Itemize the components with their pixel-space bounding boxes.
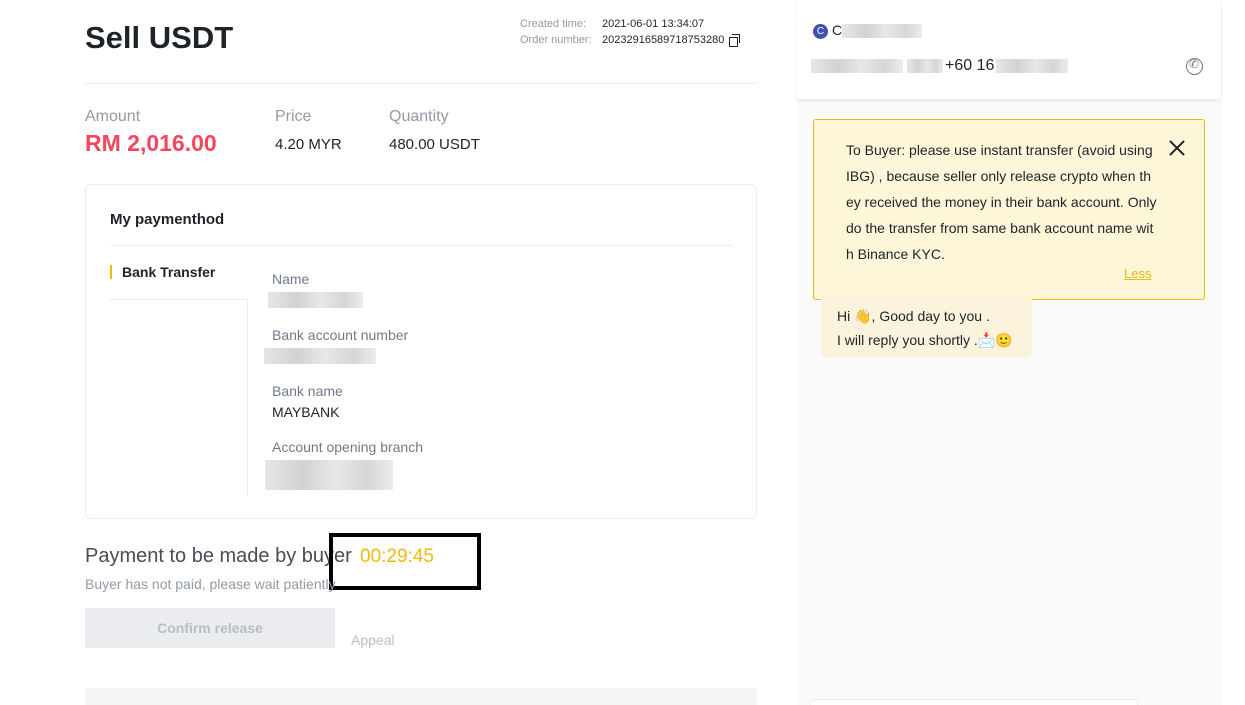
- page-title: Sell USDT: [85, 20, 234, 55]
- phone-number-visible: +60 16: [945, 57, 995, 74]
- chat-panel: C C +60 16 To Buyer: please use instant …: [797, 0, 1222, 705]
- quantity-value: 480.00 USDT: [389, 136, 480, 153]
- field-label: Account opening branch: [272, 439, 423, 455]
- amount-stat: Amount RM 2,016.00: [85, 108, 275, 157]
- amount-value: RM 2,016.00: [85, 130, 217, 156]
- seller-notice: To Buyer: please use instant transfer (a…: [813, 119, 1205, 300]
- order-number-value: 20232916589718753280: [602, 34, 725, 46]
- highlight-box: [329, 533, 481, 590]
- amount-label: Amount: [85, 108, 141, 125]
- card-divider: [110, 245, 733, 246]
- phone-prefix-redacted: [811, 59, 903, 73]
- order-meta: Created time: 2021-06-01 13:34:07 Order …: [520, 18, 741, 50]
- tab-divider: [110, 299, 248, 300]
- field-label: Name: [272, 271, 310, 287]
- price-label: Price: [275, 108, 312, 125]
- created-time-value: 2021-06-01 13:34:07: [602, 18, 705, 30]
- counterparty-name-visible: C: [832, 22, 843, 38]
- field-bank-account: Bank account number: [264, 327, 409, 367]
- phone-prefix-redacted: [907, 59, 943, 73]
- price-stat: Price 4.20 MYR: [275, 108, 389, 157]
- phone-redacted: [996, 59, 1069, 73]
- counterparty-name: C: [832, 22, 923, 39]
- chat-header: C C +60 16: [797, 0, 1221, 99]
- field-label: Bank name: [272, 383, 343, 399]
- chat-message-line: Hi 👋, Good day to you .: [837, 308, 990, 324]
- notice-text: To Buyer: please use instant transfer (a…: [846, 142, 1157, 262]
- field-name: Name: [268, 271, 363, 311]
- field-value-redacted: [268, 292, 363, 311]
- less-link[interactable]: Less: [1124, 266, 1151, 281]
- order-stats: Amount RM 2,016.00 Price 4.20 MYR Quanti…: [85, 108, 480, 157]
- field-bank-name: Bank name MAYBANK: [272, 383, 343, 420]
- payment-status-sub: Buyer has not paid, please wait patientl…: [85, 576, 336, 592]
- bottom-section: [85, 688, 757, 705]
- confirm-release-button[interactable]: Confirm release: [85, 608, 335, 648]
- quantity-label: Quantity: [389, 108, 449, 125]
- appeal-link[interactable]: Appeal: [351, 632, 395, 648]
- field-value-redacted: [264, 348, 408, 367]
- field-value: MAYBANK: [272, 404, 340, 420]
- name-redacted: [842, 24, 923, 39]
- field-value-redacted: [265, 460, 423, 493]
- chat-message-bubble: Hi 👋, Good day to you . I will reply you…: [821, 296, 1032, 358]
- header-divider: [85, 83, 757, 84]
- order-number-label: Order number:: [520, 34, 592, 46]
- chat-message-line: I will reply you shortly .📩🙂: [837, 332, 1013, 348]
- payment-status-message: Payment to be made by buyer: [85, 545, 352, 567]
- chat-input[interactable]: [810, 699, 1138, 705]
- counterparty-phone: +60 16: [811, 57, 1069, 75]
- tab-bank-transfer[interactable]: Bank Transfer: [110, 265, 215, 279]
- created-time-label: Created time:: [520, 18, 587, 30]
- avatar: C: [813, 24, 828, 39]
- payment-method-card: My paymenthod Bank Transfer Name Bank ac…: [85, 184, 757, 519]
- close-icon[interactable]: [1168, 139, 1186, 157]
- field-branch: Account opening branch: [265, 439, 423, 493]
- phone-call-icon[interactable]: [1186, 57, 1203, 75]
- price-value: 4.20 MYR: [275, 136, 342, 153]
- tab-separator: [247, 299, 248, 495]
- payment-method-heading: My paymenthod: [110, 211, 225, 228]
- field-label: Bank account number: [272, 327, 409, 343]
- quantity-stat: Quantity 480.00 USDT: [389, 108, 480, 157]
- copy-icon[interactable]: [729, 34, 741, 47]
